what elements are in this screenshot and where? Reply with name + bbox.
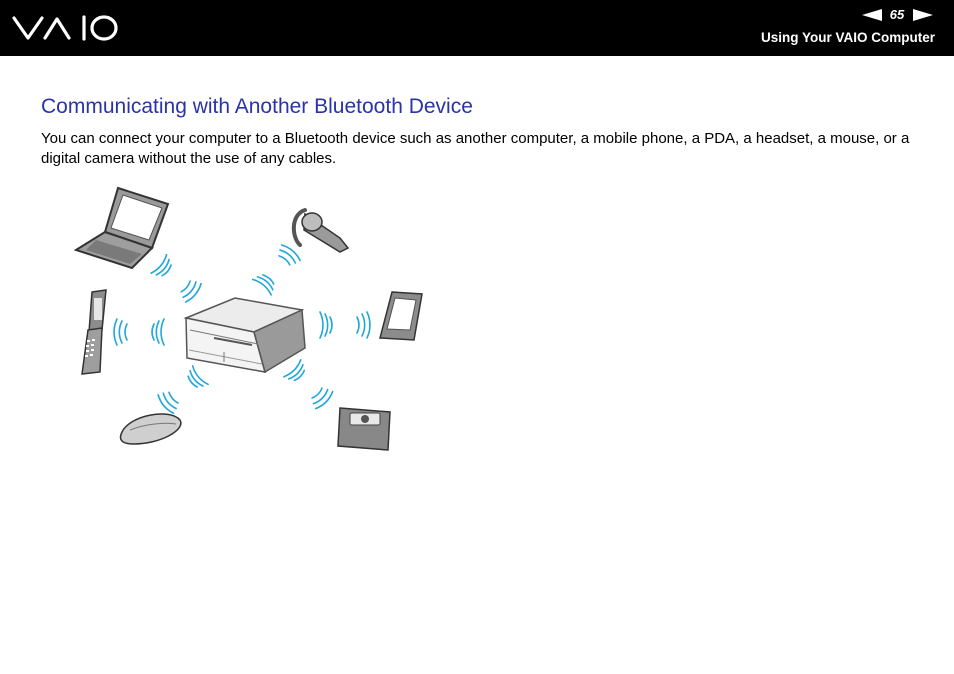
vaio-computer-icon: [183, 297, 306, 374]
page-heading: Communicating with Another Bluetooth Dev…: [41, 95, 473, 118]
flip-phone-icon: [81, 289, 107, 375]
vaio-logo-icon: [12, 15, 118, 41]
body-paragraph: You can connect your computer to a Bluet…: [41, 130, 910, 167]
mouse-icon: [119, 413, 182, 445]
pda-icon: [379, 291, 423, 341]
digital-camera-icon: [337, 407, 391, 451]
next-page-icon[interactable]: [913, 9, 933, 21]
headset-icon: [291, 208, 350, 253]
previous-page-icon[interactable]: [862, 9, 882, 21]
page-header: 65 Using Your VAIO Computer: [0, 0, 954, 56]
laptop-icon: [73, 186, 170, 270]
bluetooth-illustration: [73, 186, 423, 451]
page-number: 65: [889, 7, 905, 22]
section-title: Using Your VAIO Computer: [760, 30, 935, 45]
